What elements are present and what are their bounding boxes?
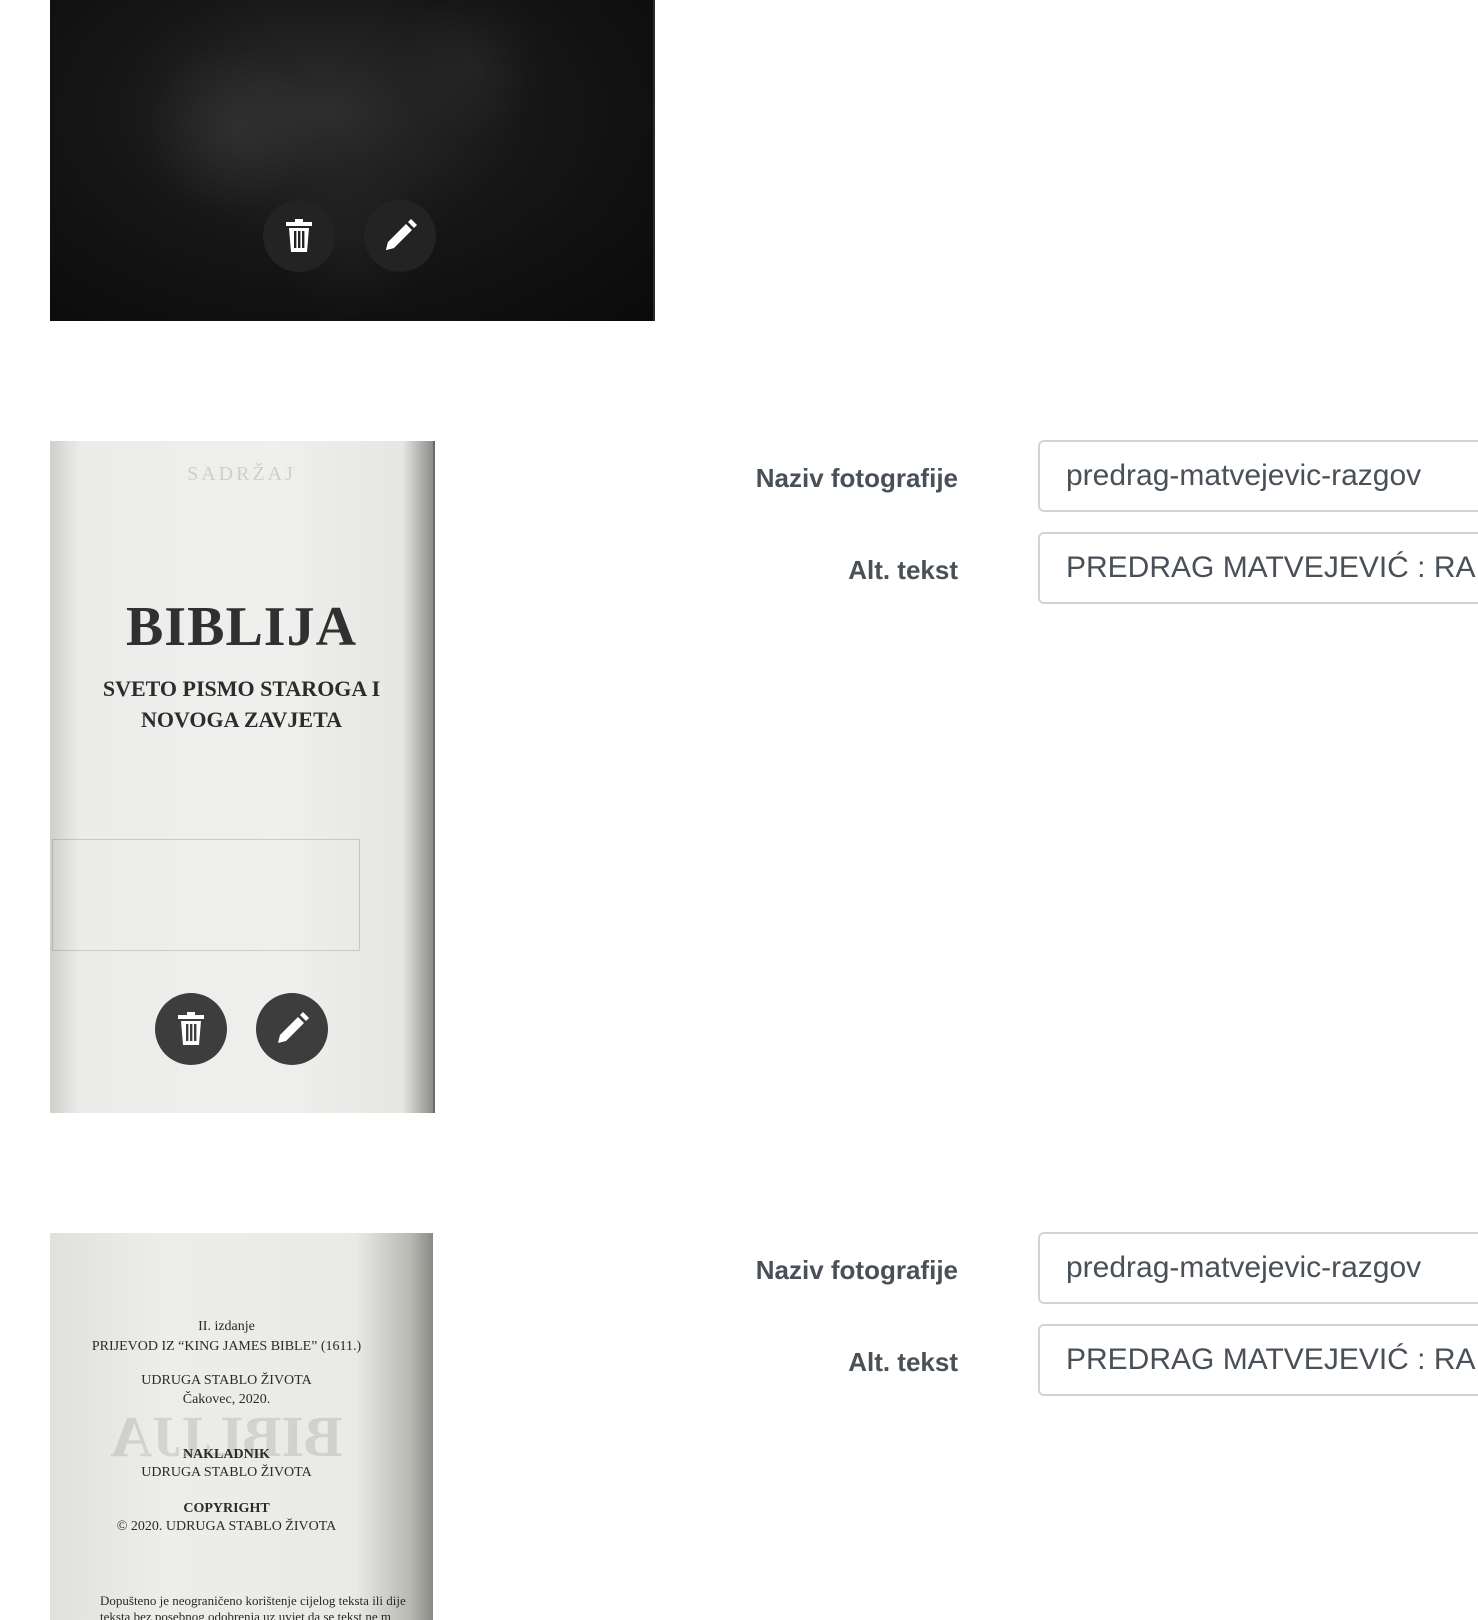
ghost-heading: SADRŽAJ (187, 463, 296, 485)
imprint-line: Čakovec, 2020. (182, 1392, 271, 1407)
imprint-line: PRIJEVOD IZ “KING JAMES BIBLE” (1611.) (91, 1339, 362, 1354)
imprint-line: COPYRIGHT (183, 1501, 270, 1516)
edit-photo-button[interactable] (256, 993, 328, 1065)
photo-name-input[interactable] (1038, 1232, 1478, 1304)
alt-text-label: Alt. tekst (848, 1347, 958, 1377)
alt-text-label: Alt. tekst (848, 555, 958, 585)
trash-icon (286, 219, 312, 252)
imprint-line: Dopušteno je neograničeno korištenje cij… (100, 1593, 406, 1608)
book-subtitle-line1: SVETO PISMO STAROGA I (102, 676, 381, 701)
edit-photo-button[interactable] (364, 200, 436, 272)
book-subtitle-line2: NOVOGA ZAVJETA (140, 707, 343, 732)
alt-text-row: Alt. tekst (700, 532, 1478, 608)
trash-icon (178, 1012, 204, 1045)
book-title: BIBLIJA (125, 596, 358, 658)
imprint-line: UDRUGA STABLO ŽIVOTA (141, 1465, 312, 1480)
photo-thumbnail-3: BIBLIJA II. izdanje PRIJEVOD IZ “KING JA… (50, 1233, 433, 1620)
photo-name-input[interactable] (1038, 440, 1478, 512)
delete-photo-button[interactable] (155, 993, 227, 1065)
imprint-line: teksta bez posebnog odobrenja uz uvjet d… (100, 1609, 391, 1620)
alt-text-input[interactable] (1038, 532, 1478, 604)
imprint-line: II. izdanje (198, 1319, 255, 1334)
imprint-line: NAKLADNIK (182, 1447, 271, 1462)
pencil-icon (278, 1012, 309, 1043)
photo-thumbnail-1 (50, 0, 655, 321)
imprint-box (52, 839, 360, 951)
pencil-icon (386, 219, 417, 250)
delete-photo-button[interactable] (263, 200, 335, 272)
alt-text-row: Alt. tekst (700, 1324, 1478, 1400)
imprint-line: UDRUGA STABLO ŽIVOTA (141, 1373, 312, 1388)
photo-thumbnail-2: SADRŽAJ BIBLIJA SVETO PISMO STAROGA I NO… (50, 441, 435, 1113)
photo-name-label: Naziv fotografije (755, 463, 958, 493)
photo-name-row: Naziv fotografije (700, 1232, 1478, 1308)
photo-name-label: Naziv fotografije (755, 1255, 958, 1285)
alt-text-input[interactable] (1038, 1324, 1478, 1396)
photo-name-row: Naziv fotografije (700, 440, 1478, 516)
imprint-line: © 2020. UDRUGA STABLO ŽIVOTA (116, 1519, 337, 1534)
